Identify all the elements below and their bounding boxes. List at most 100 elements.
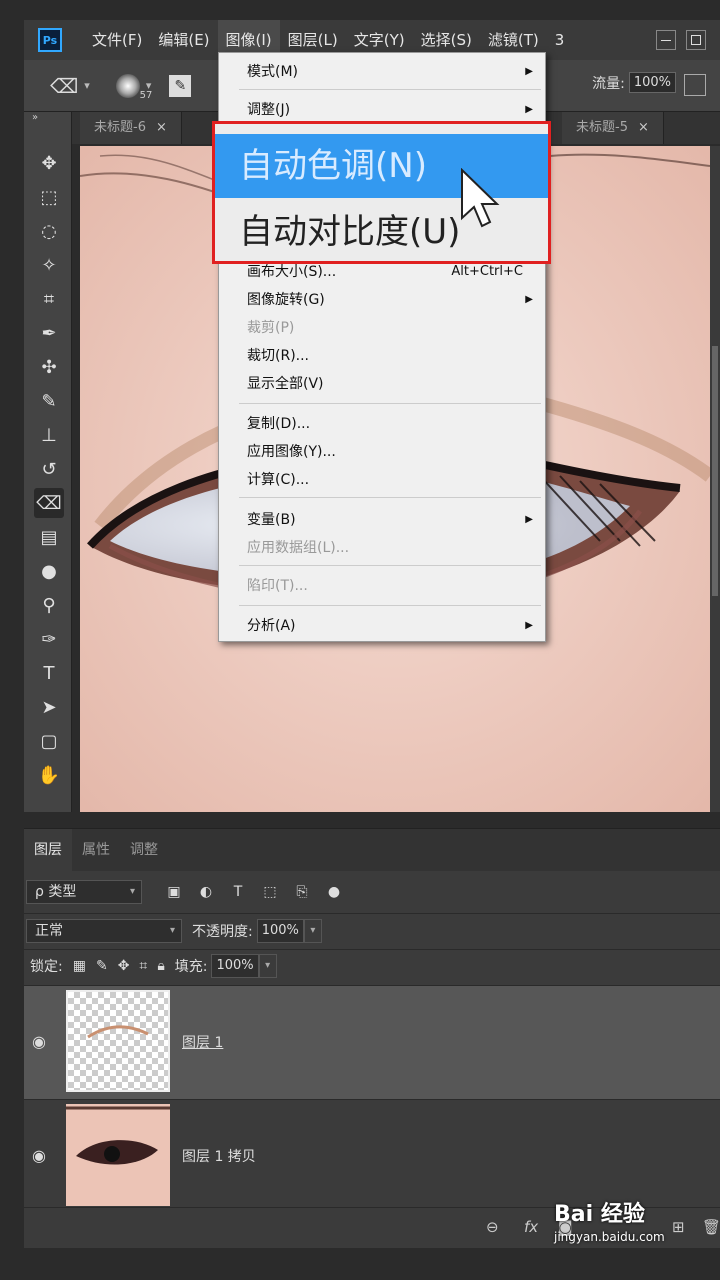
blend-mode-label: 正常 — [35, 922, 63, 939]
quick-select-tool-icon[interactable]: ✧ — [34, 250, 64, 280]
lock-pixels-icon[interactable]: ✎ — [96, 958, 108, 974]
menu-divider — [239, 565, 541, 566]
menu-item-variables[interactable]: 变量(B) ▶ — [219, 507, 545, 533]
shape-filter-icon[interactable]: ⬚ — [260, 882, 280, 902]
fill-input[interactable]: 100% — [211, 953, 259, 978]
watermark-logo: Bai 经验 — [554, 1202, 645, 1227]
maximize-button[interactable] — [686, 30, 706, 50]
menu-item-trim[interactable]: 裁切(R)... — [219, 343, 545, 369]
layers-panel: 图层 属性 调整 ρ 类型 ▾ ▣ ◐ T ⬚ ⎘ ● 正常 ▾ 不透明度: 100… — [24, 828, 720, 1249]
healing-brush-tool-icon[interactable]: ✣ — [34, 352, 64, 382]
layer-thumbnail — [66, 990, 170, 1092]
menu-item-label: 调整(J) — [247, 102, 291, 118]
menu-item-adjustments[interactable]: 调整(J) ▶ — [219, 97, 545, 123]
window-controls — [656, 30, 706, 50]
panel-tabs: 图层 属性 调整 — [24, 829, 720, 871]
tab-properties[interactable]: 属性 — [72, 829, 120, 871]
flow-input[interactable]: 100% — [628, 72, 676, 93]
lock-artboard-icon[interactable]: ⌗ — [139, 958, 147, 974]
layer-name[interactable]: 图层 1 拷贝 — [182, 1146, 256, 1166]
brush-size-label: 57 — [139, 90, 153, 101]
history-brush-tool-icon[interactable]: ↺ — [34, 454, 64, 484]
layer-name[interactable]: 图层 1 — [182, 1032, 223, 1052]
link-layers-icon[interactable]: ⊖ — [486, 1218, 499, 1236]
tab-untitled-6[interactable]: 未标题-6 × — [80, 112, 182, 144]
filter-kind-select[interactable]: ρ 类型 ▾ — [26, 880, 142, 904]
menu-item-label: 画布大小(S)... — [247, 264, 337, 280]
watermark-url: jingyan.baidu.com — [554, 1230, 665, 1244]
eyedropper-tool-icon[interactable]: ✒ — [34, 318, 64, 348]
ps-logo-icon: Ps — [38, 28, 62, 52]
lasso-tool-icon[interactable]: ◌ — [34, 216, 64, 246]
gradient-tool-icon[interactable]: ▤ — [34, 522, 64, 552]
airbrush-icon[interactable] — [684, 74, 706, 96]
tab-layers[interactable]: 图层 — [24, 829, 72, 871]
type-filter-icon[interactable]: T — [228, 882, 248, 902]
menu-item-label: 图像旋转(G) — [247, 292, 325, 308]
adjustment-filter-icon[interactable]: ◐ — [196, 882, 216, 902]
crop-tool-icon[interactable]: ⌗ — [34, 284, 64, 314]
menu-item-image-rotation[interactable]: 图像旋转(G) ▶ — [219, 287, 545, 313]
blur-tool-icon[interactable]: ● — [34, 556, 64, 586]
menu-item-duplicate[interactable]: 复制(D)... — [219, 411, 545, 437]
lock-position-icon[interactable]: ✥ — [118, 958, 130, 974]
tab-label: 未标题-5 — [576, 120, 628, 135]
brush-tool-icon[interactable]: ✎ — [34, 386, 64, 416]
minimize-button[interactable] — [656, 30, 676, 50]
blend-row: 正常 ▾ 不透明度: 100% ▾ — [24, 913, 720, 943]
blend-mode-select[interactable]: 正常 ▾ — [26, 918, 182, 943]
menu-file[interactable]: 文件(F) — [84, 20, 150, 60]
path-select-tool-icon[interactable]: ➤ — [34, 692, 64, 722]
menu-3d[interactable]: 3 — [547, 20, 573, 60]
menu-item-analysis[interactable]: 分析(A) ▶ — [219, 613, 545, 639]
tab-untitled-5[interactable]: 未标题-5 × — [562, 112, 664, 144]
flow-control: 流量: 100% — [592, 72, 676, 93]
visibility-eye-icon[interactable]: ◉ — [32, 1032, 46, 1051]
submenu-arrow-icon: ▶ — [525, 66, 533, 77]
menu-divider — [239, 89, 541, 90]
layer-row-2[interactable]: ◉ 图层 1 拷贝 — [24, 1099, 720, 1207]
shape-tool-icon[interactable]: ▢ — [34, 726, 64, 756]
menu-item-calculations[interactable]: 计算(C)... — [219, 467, 545, 493]
canvas-scrollbar[interactable] — [710, 146, 720, 812]
eyebrow-stroke-thumb — [87, 1025, 149, 1039]
dodge-tool-icon[interactable]: ⚲ — [34, 590, 64, 620]
brush-settings-icon[interactable]: ✎ — [169, 74, 192, 97]
filter-toggle-icon[interactable]: ● — [324, 882, 344, 902]
opacity-input[interactable]: 100% — [256, 918, 304, 943]
menu-item-label: 陷印(T)... — [247, 578, 308, 594]
collapse-icon[interactable]: » — [32, 112, 38, 123]
lock-transparency-icon[interactable]: ▦ — [73, 958, 86, 974]
submenu-arrow-icon: ▶ — [525, 620, 533, 631]
layer-row-1[interactable]: ◉ 图层 1 — [24, 985, 720, 1099]
tab-adjustments[interactable]: 调整 — [120, 829, 168, 871]
image-filter-icon[interactable]: ▣ — [164, 882, 184, 902]
menu-item-reveal-all[interactable]: 显示全部(V) — [219, 371, 545, 397]
menu-item-apply-image[interactable]: 应用图像(Y)... — [219, 439, 545, 465]
chevron-down-icon[interactable]: ▾ — [84, 79, 90, 92]
chevron-down-icon[interactable]: ▾ — [303, 918, 322, 943]
eraser-tool-icon[interactable]: ⌫ — [34, 488, 64, 518]
move-tool-icon[interactable]: ✥ — [34, 148, 64, 178]
clone-stamp-tool-icon[interactable]: ⊥ — [34, 420, 64, 450]
hand-tool-icon[interactable]: ✋ — [34, 760, 64, 790]
photoshop-window: Ps 文件(F) 编辑(E) 图像(I) 图层(L) 文字(Y) 选择(S) 滤… — [0, 0, 720, 1280]
menu-edit[interactable]: 编辑(E) — [150, 20, 217, 60]
lock-all-icon[interactable]: 🔒︎ — [157, 958, 164, 974]
pen-tool-icon[interactable]: ✑ — [34, 624, 64, 654]
eraser-tool-icon[interactable]: ⌫ — [50, 74, 78, 98]
smart-object-filter-icon[interactable]: ⎘ — [292, 882, 312, 902]
menu-item-mode[interactable]: 模式(M) ▶ — [219, 59, 545, 85]
close-icon[interactable]: × — [638, 120, 649, 135]
fx-icon[interactable]: fx — [524, 1218, 538, 1236]
menu-divider — [239, 403, 541, 404]
submenu-arrow-icon: ▶ — [525, 514, 533, 525]
chevron-down-icon[interactable]: ▾ — [258, 953, 277, 978]
marquee-tool-icon[interactable]: ⬚ — [34, 182, 64, 212]
mouse-cursor-icon — [461, 168, 500, 228]
type-tool-icon[interactable]: T — [34, 658, 64, 688]
scroll-thumb[interactable] — [712, 346, 718, 596]
menu-item-trap: 陷印(T)... — [219, 573, 545, 599]
close-icon[interactable]: × — [156, 120, 167, 135]
visibility-eye-icon[interactable]: ◉ — [32, 1146, 46, 1165]
